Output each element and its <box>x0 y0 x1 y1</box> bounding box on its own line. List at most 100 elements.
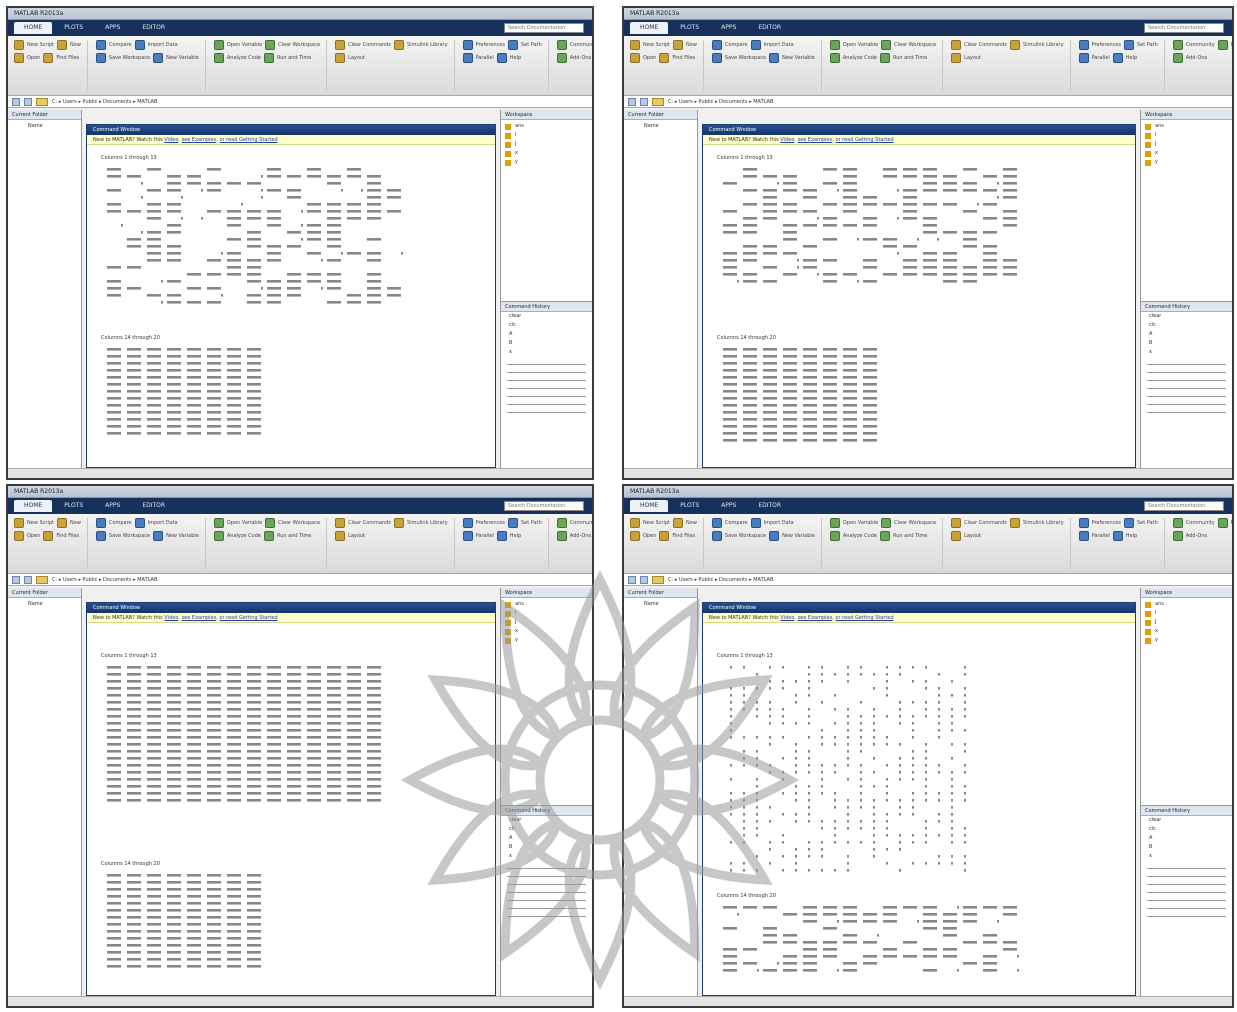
ribbon-button-label[interactable]: Add-Ons <box>570 533 591 539</box>
ribbon-tool-icon[interactable] <box>673 518 683 528</box>
ribbon-tool-icon[interactable] <box>769 531 780 541</box>
workspace-variable-row[interactable]: J <box>1145 618 1228 627</box>
workspace-variable-row[interactable]: I <box>505 131 588 140</box>
ribbon-tool-icon[interactable] <box>95 53 106 63</box>
ribbon-button-label[interactable]: Simulink Library <box>407 520 448 526</box>
command-history-entry[interactable]: clc <box>501 825 592 834</box>
ribbon-button-label[interactable]: Open <box>643 55 656 61</box>
ribbon-tool-icon[interactable] <box>1217 40 1228 50</box>
command-history-entry[interactable]: A <box>501 834 592 843</box>
ribbon-button-label[interactable]: Clear Workspace <box>278 520 320 526</box>
ribbon-button-label[interactable]: Import Data <box>148 520 178 526</box>
tab-home[interactable]: HOME <box>14 500 53 512</box>
forward-arrow-icon[interactable] <box>640 575 648 584</box>
tab-plots[interactable]: PLOTS <box>670 500 709 512</box>
tab-apps[interactable]: APPS <box>711 500 746 512</box>
banner-link-video[interactable]: Video <box>164 137 178 143</box>
ribbon-button-label[interactable]: Import Data <box>764 42 794 48</box>
ribbon-button-label[interactable]: Clear Commands <box>964 42 1007 48</box>
workspace-variable-row[interactable]: I <box>505 609 588 618</box>
folder-column-name[interactable]: Name <box>8 120 81 129</box>
workspace-variable-row[interactable]: x <box>1145 627 1228 636</box>
ribbon-tool-icon[interactable] <box>951 518 962 528</box>
ribbon-button-label[interactable]: Compare <box>725 520 748 526</box>
ribbon-tool-icon[interactable] <box>1010 518 1021 528</box>
ribbon-button-label[interactable]: New <box>70 520 81 526</box>
ribbon-tool-icon[interactable] <box>711 53 722 63</box>
ribbon-tool-icon[interactable] <box>556 53 567 63</box>
ribbon-tool-icon[interactable] <box>951 40 962 50</box>
ribbon-tool-icon[interactable] <box>879 53 890 63</box>
command-window[interactable]: Command Window New to MATLAB? Watch this… <box>702 124 1136 468</box>
ribbon-tool-icon[interactable] <box>213 518 224 528</box>
ribbon-button-label[interactable]: Parallel <box>476 55 494 61</box>
ribbon-button-label[interactable]: Parallel <box>1092 533 1110 539</box>
ribbon-button-label[interactable]: Find Files <box>56 533 79 539</box>
ribbon-button-label[interactable]: Preferences <box>1092 520 1121 526</box>
workspace-variable-row[interactable]: ans <box>1145 600 1228 609</box>
ribbon-button-label[interactable]: New Script <box>27 520 54 526</box>
ribbon-tool-icon[interactable] <box>630 531 640 541</box>
ribbon-tool-icon[interactable] <box>630 53 640 63</box>
ribbon-tool-icon[interactable] <box>1010 40 1021 50</box>
banner-link-video[interactable]: Video <box>164 615 178 621</box>
ribbon-tool-icon[interactable] <box>14 53 24 63</box>
ribbon-tool-icon[interactable] <box>1123 40 1134 50</box>
ribbon-tool-icon[interactable] <box>711 518 722 528</box>
ribbon-button-label[interactable]: Open <box>643 533 656 539</box>
ribbon-tool-icon[interactable] <box>462 531 473 541</box>
ribbon-tool-icon[interactable] <box>951 53 962 63</box>
ribbon-tool-icon[interactable] <box>43 531 54 541</box>
ribbon-tool-icon[interactable] <box>630 40 640 50</box>
ribbon-button-label[interactable]: Preferences <box>476 520 505 526</box>
ribbon-button-label[interactable]: Analyze Code <box>843 55 877 61</box>
command-window[interactable]: Command Window New to MATLAB? Watch this… <box>702 602 1136 996</box>
banner-link-getting-started[interactable]: or read Getting Started <box>835 615 893 621</box>
ribbon-button-label[interactable]: Preferences <box>1092 42 1121 48</box>
ribbon-tool-icon[interactable] <box>829 531 840 541</box>
ribbon-tool-icon[interactable] <box>263 53 274 63</box>
folder-column-name[interactable]: Name <box>8 598 81 607</box>
ribbon-tool-icon[interactable] <box>711 40 722 50</box>
address-bar[interactable]: C: ▸ Users ▸ Public ▸ Documents ▸ MATLAB <box>624 96 1232 108</box>
ribbon-button-label[interactable]: Layout <box>964 533 981 539</box>
ribbon-button-label[interactable]: Compare <box>725 42 748 48</box>
ribbon-tool-icon[interactable] <box>829 518 840 528</box>
ribbon-tool-icon[interactable] <box>879 531 890 541</box>
ribbon-button-label[interactable]: New Script <box>643 520 670 526</box>
ribbon-tool-icon[interactable] <box>95 518 106 528</box>
ribbon-tool-icon[interactable] <box>95 40 106 50</box>
ribbon-button-label[interactable]: Set Path <box>521 42 542 48</box>
command-history-entry[interactable]: clc <box>1141 321 1232 330</box>
command-history-entry[interactable]: B <box>1141 843 1232 852</box>
ribbon-tool-icon[interactable] <box>57 40 67 50</box>
ribbon-tool-icon[interactable] <box>556 40 567 50</box>
ribbon-tool-icon[interactable] <box>1112 53 1123 63</box>
ribbon-tool-icon[interactable] <box>1172 531 1183 541</box>
ribbon-tool-icon[interactable] <box>43 53 54 63</box>
ribbon-tool-icon[interactable] <box>556 518 567 528</box>
ribbon-button-label[interactable]: Layout <box>964 55 981 61</box>
ribbon-button-label[interactable]: Preferences <box>476 42 505 48</box>
ribbon-button-label[interactable]: Help <box>510 533 521 539</box>
command-history-entry[interactable]: A <box>1141 330 1232 339</box>
workspace-variable-row[interactable]: I <box>1145 131 1228 140</box>
tab-home[interactable]: HOME <box>14 22 53 34</box>
ribbon-button-label[interactable]: New Script <box>27 42 54 48</box>
ribbon-tool-icon[interactable] <box>1078 518 1089 528</box>
current-folder-path[interactable]: C: ▸ Users ▸ Public ▸ Documents ▸ MATLAB <box>668 577 773 583</box>
address-bar[interactable]: C: ▸ Users ▸ Public ▸ Documents ▸ MATLAB <box>624 574 1232 586</box>
tab-home[interactable]: HOME <box>630 500 669 512</box>
workspace-variable-row[interactable]: I <box>1145 609 1228 618</box>
tab-plots[interactable]: PLOTS <box>54 22 93 34</box>
ribbon-button-label[interactable]: Clear Workspace <box>894 42 936 48</box>
ribbon-tool-icon[interactable] <box>335 518 346 528</box>
ribbon-tool-icon[interactable] <box>265 40 276 50</box>
ribbon-tool-icon[interactable] <box>711 531 722 541</box>
ribbon-tool-icon[interactable] <box>659 53 670 63</box>
command-history-entry[interactable]: x <box>501 852 592 861</box>
ribbon-tool-icon[interactable] <box>153 531 164 541</box>
ribbon-tool-icon[interactable] <box>265 518 276 528</box>
command-history-entry[interactable]: clear <box>501 312 592 321</box>
ribbon-tool-icon[interactable] <box>769 53 780 63</box>
